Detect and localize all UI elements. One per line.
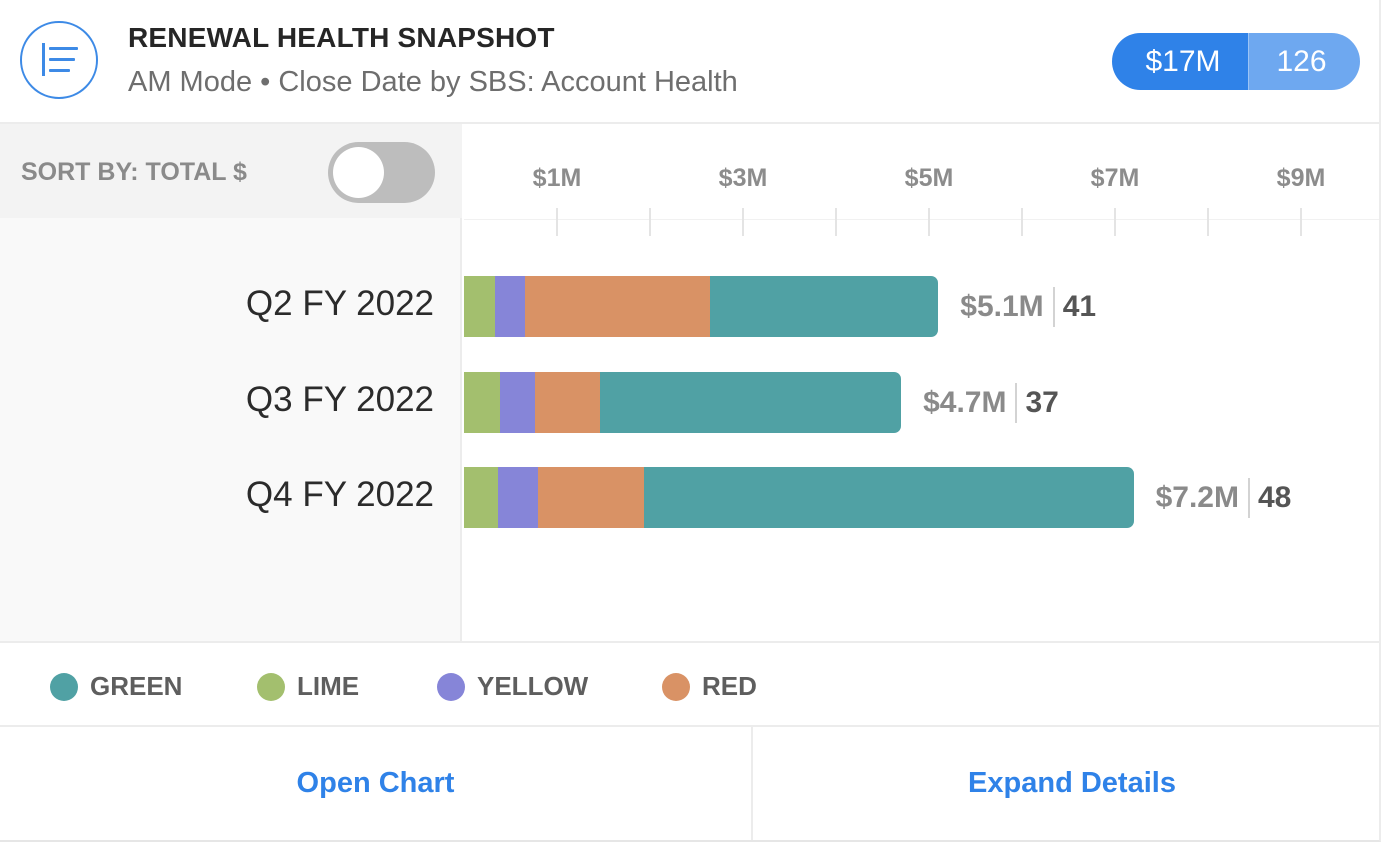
bar-total-divider [1015,382,1018,423]
bar-total-label: $5.1M 41 [960,276,1096,337]
bar-total-amount: $4.7M [923,385,1007,419]
sort-bar: SORT BY: TOTAL $ [0,124,462,218]
list-lines-icon-bar [42,43,45,76]
x-axis: $1M $3M $5M $7M $9M [464,124,1379,236]
expand-details-button[interactable]: Expand Details [753,727,1379,840]
sort-toggle[interactable] [328,142,435,203]
legend-dot-icon [662,672,690,701]
bar-total-count: 41 [1062,289,1097,323]
list-lines-icon-line [49,47,78,50]
category-label: Q2 FY 2022 [245,284,434,323]
legend-item-lime[interactable]: LIME [257,671,359,702]
x-axis-tick-label: $5M [904,164,954,192]
bar-segment-yellow[interactable] [498,467,539,528]
bar-total-divider [1247,477,1250,518]
legend-label: RED [702,671,757,701]
x-axis-tick [1021,208,1023,236]
bar-segment-green[interactable] [709,276,939,337]
bar-segment-green[interactable] [599,372,902,433]
card-title: RENEWAL HEALTH SNAPSHOT [128,22,555,53]
x-axis-tick [1207,208,1209,236]
category-label-column: SORT BY: TOTAL $ Q2 FY 2022 Q3 FY 2022 Q… [0,124,462,641]
stacked-bar-chart: $1M $3M $5M $7M $9M $5.1M 41 $4.7M 37 $7.2M 48 [464,124,1379,641]
category-label: Q3 FY 2022 [245,380,434,419]
sort-toggle-knob [333,147,384,198]
category-label: Q4 FY 2022 [245,475,434,514]
legend-item-red[interactable]: RED [662,671,757,702]
legend-dot-icon [257,672,285,701]
chart-legend: GREEN LIME YELLOW RED [0,641,1379,727]
x-axis-tick [1300,208,1302,236]
card-footer: Open Chart Expand Details [0,727,1379,840]
list-lines-icon-line [49,69,70,72]
card-header: RENEWAL HEALTH SNAPSHOT AM Mode • Close … [0,0,1379,124]
bar-total-count: 48 [1257,480,1292,514]
x-axis-tick [1114,208,1116,236]
bar-segment-green[interactable] [644,467,1134,528]
x-axis-tick-label: $1M [532,164,582,192]
list-lines-icon-line [49,58,75,61]
bar-segment-yellow[interactable] [500,372,535,433]
bar-segment-red[interactable] [538,467,645,528]
renewal-health-card: RENEWAL HEALTH SNAPSHOT AM Mode • Close … [0,0,1381,842]
card-subtitle: AM Mode • Close Date by SBS: Account Hea… [128,66,738,98]
x-axis-tick [835,208,837,236]
bar-total-label: $7.2M 48 [1155,467,1292,528]
x-axis-tick-label: $3M [718,164,768,192]
bar-segment-lime[interactable] [464,276,495,337]
bar-total-amount: $7.2M [1155,480,1239,514]
bar-segment-lime[interactable] [464,467,499,528]
bar-segment-lime[interactable] [464,372,501,433]
legend-dot-icon [50,672,78,701]
x-axis-tick [742,208,744,236]
x-axis-tick [928,208,930,236]
legend-label: LIME [297,671,360,701]
legend-label: GREEN [90,671,183,701]
total-amount-badge[interactable]: $17M [1112,33,1248,90]
bar-total-amount: $5.1M [960,289,1044,323]
summary-pill[interactable]: $17M 126 [1112,33,1360,90]
sort-label: SORT BY: TOTAL $ [21,158,247,186]
bar-segment-yellow[interactable] [494,276,526,337]
x-axis-tick-label: $7M [1090,164,1140,192]
legend-item-yellow[interactable]: YELLOW [437,671,588,702]
x-axis-tick [556,208,558,236]
x-axis-tick-label: $9M [1276,164,1326,192]
total-count-badge[interactable]: 126 [1248,33,1360,90]
legend-item-green[interactable]: GREEN [50,671,182,702]
bar-total-divider [1052,286,1055,327]
bar-total-label: $4.7M 37 [923,372,1059,433]
open-chart-button[interactable]: Open Chart [0,727,753,840]
legend-label: YELLOW [477,671,589,701]
bar-segment-red[interactable] [525,276,710,337]
list-lines-icon[interactable] [20,21,98,99]
legend-dot-icon [437,672,465,701]
bar-segment-red[interactable] [534,372,600,433]
x-axis-tick [649,208,651,236]
bar-total-count: 37 [1025,385,1059,419]
